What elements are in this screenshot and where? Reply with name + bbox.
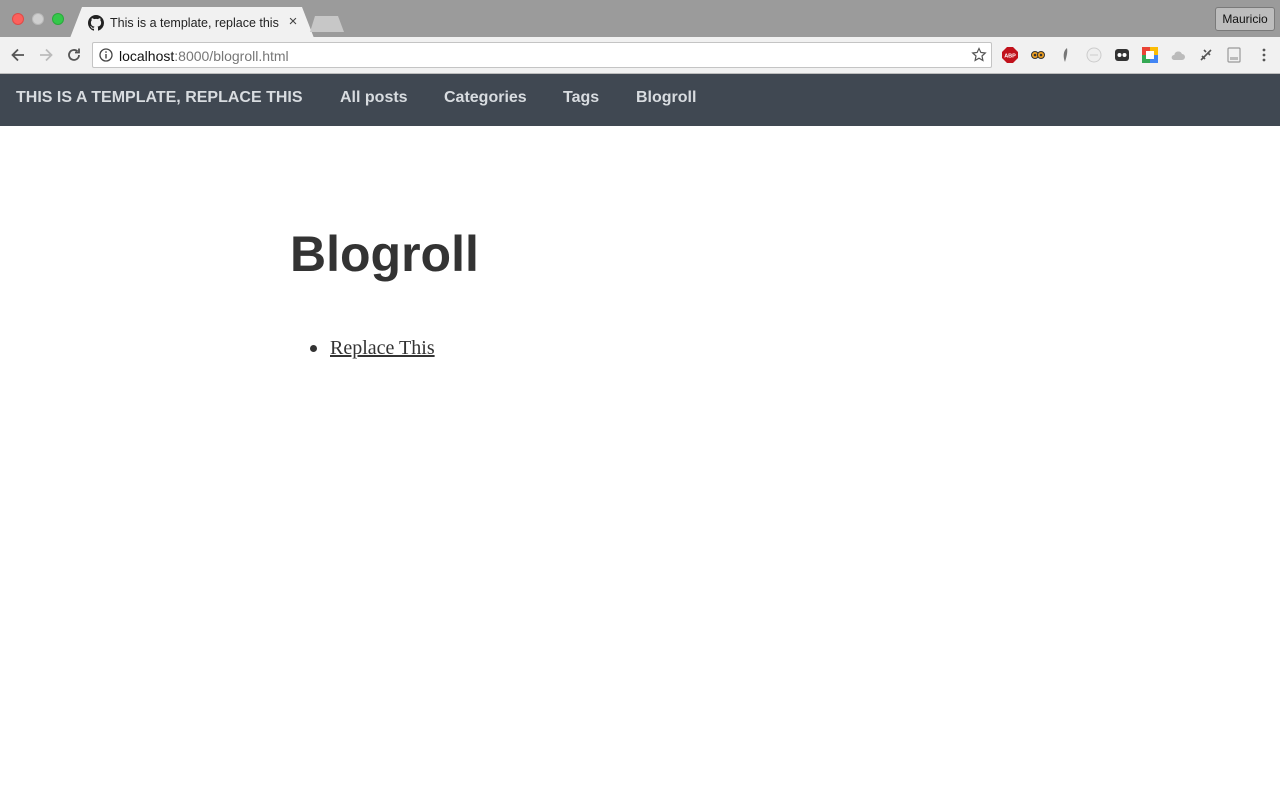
list-item: Replace This <box>310 334 435 362</box>
info-icon[interactable] <box>99 48 113 62</box>
reload-icon[interactable] <box>64 45 84 65</box>
page-title: Blogroll <box>290 226 479 282</box>
window-maximize-button[interactable] <box>52 13 64 25</box>
blank-extension-icon[interactable] <box>1086 47 1102 63</box>
nav-link-categories[interactable]: Categories <box>444 74 527 126</box>
cloud-icon[interactable] <box>1170 47 1186 63</box>
back-arrow-icon[interactable] <box>8 45 28 65</box>
tab-title: This is a template, replace this <box>110 16 279 30</box>
nav-link-all-posts[interactable]: All posts <box>340 74 408 126</box>
github-icon <box>88 15 104 31</box>
url-text: localhost:8000/blogroll.html <box>119 47 289 65</box>
forward-arrow-icon[interactable] <box>36 45 56 65</box>
address-bar[interactable]: localhost:8000/blogroll.html <box>92 42 992 68</box>
adblock-icon[interactable]: ABP <box>1002 47 1018 63</box>
ghost-extension-icon[interactable] <box>1114 47 1130 63</box>
site-navbar: THIS IS A TEMPLATE, REPLACE THIS All pos… <box>0 74 1280 126</box>
browser-toolbar: localhost:8000/blogroll.html ABP <box>0 37 1280 74</box>
blogroll-list: Replace This <box>310 334 435 362</box>
browser-titlebar: This is a template, replace this × Mauri… <box>0 0 1280 38</box>
tab-close-icon[interactable]: × <box>286 14 300 30</box>
svg-text:ABP: ABP <box>1004 54 1016 60</box>
new-tab-button[interactable] <box>310 16 344 32</box>
profile-button[interactable]: Mauricio <box>1215 7 1275 31</box>
more-menu-icon[interactable] <box>1256 47 1272 63</box>
nav-link-tags[interactable]: Tags <box>563 74 599 126</box>
url-host: localhost <box>119 48 175 64</box>
blogroll-link[interactable]: Replace This <box>330 337 435 359</box>
bug-icon[interactable] <box>1198 47 1214 63</box>
url-path: :8000/blogroll.html <box>174 48 289 64</box>
feather-icon[interactable] <box>1058 47 1074 63</box>
window-close-button[interactable] <box>12 13 24 25</box>
google-extension-icon[interactable] <box>1142 47 1158 63</box>
nav-link-blogroll[interactable]: Blogroll <box>636 74 696 126</box>
bookmark-star-icon[interactable] <box>971 47 987 63</box>
site-brand-link[interactable]: THIS IS A TEMPLATE, REPLACE THIS <box>16 74 303 126</box>
document-icon[interactable] <box>1226 47 1242 63</box>
bullet-icon <box>310 345 317 352</box>
window-minimize-button[interactable] <box>32 13 44 25</box>
owl-extension-icon[interactable] <box>1030 47 1046 63</box>
